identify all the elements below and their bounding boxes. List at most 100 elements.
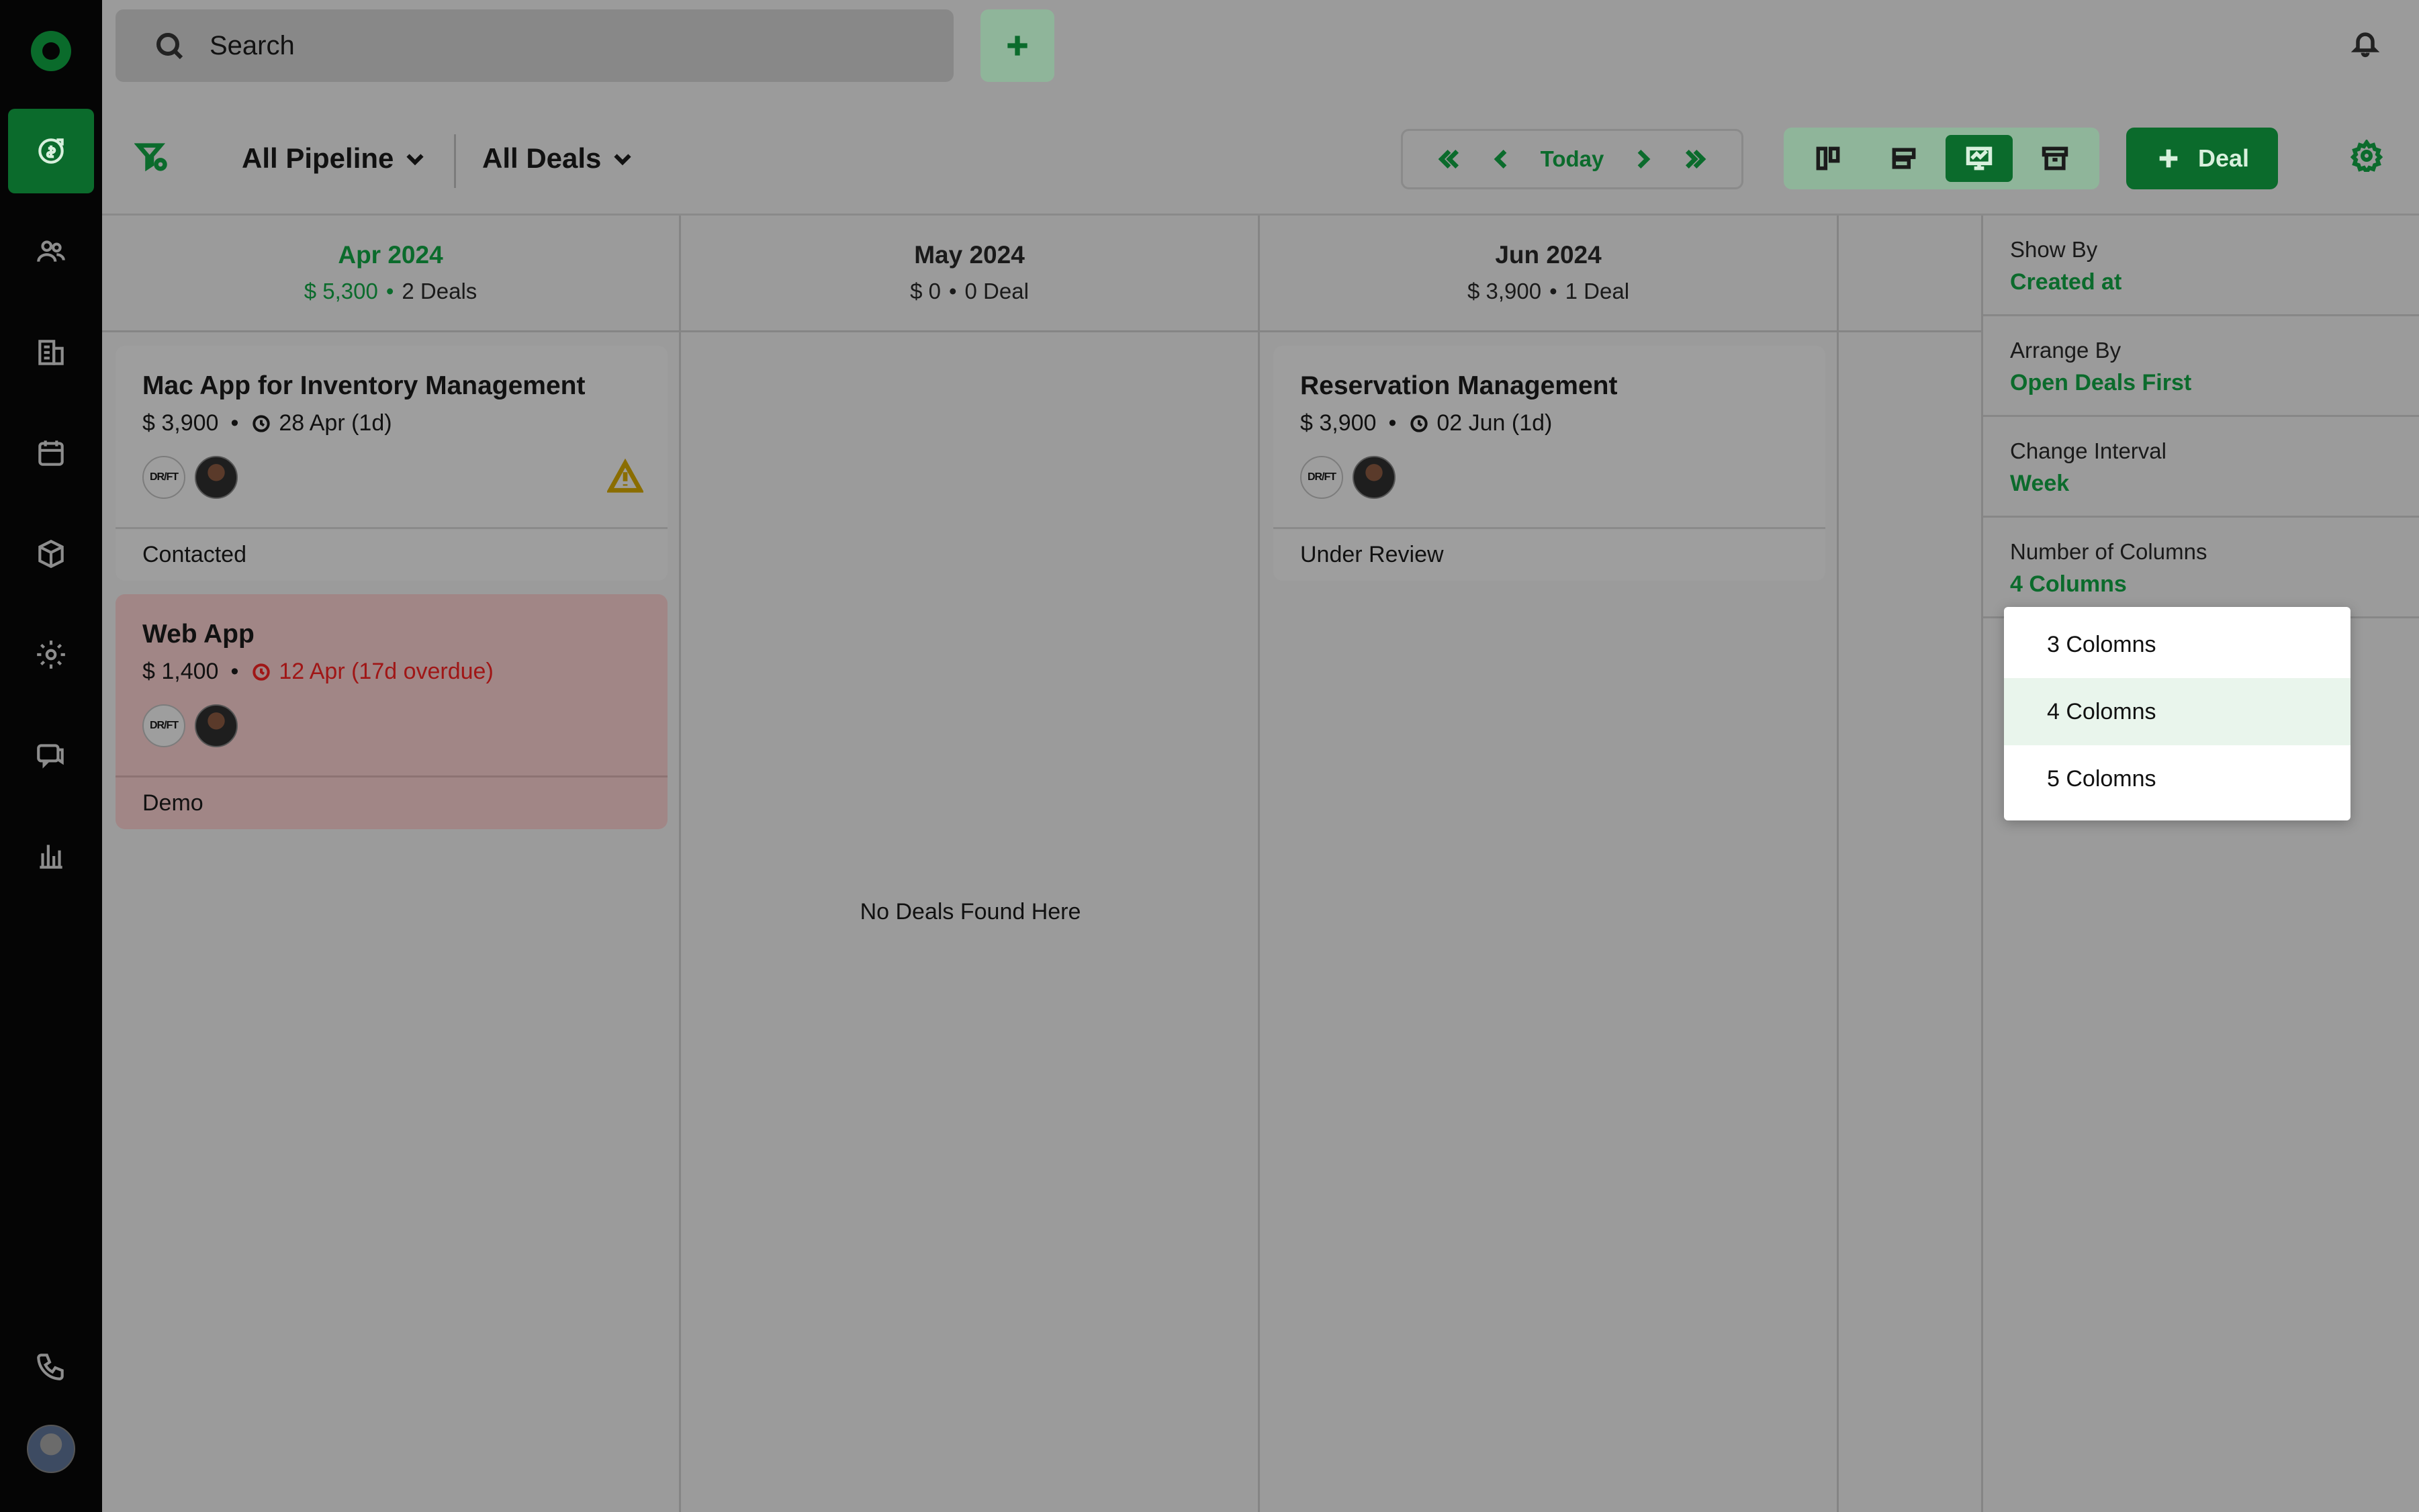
- owner-avatar[interactable]: [1353, 456, 1396, 499]
- deal-card[interactable]: Reservation Management $ 3,900 • 02 Jun …: [1273, 346, 1825, 581]
- list-view-button[interactable]: [1870, 135, 1937, 182]
- archive-view-button[interactable]: [2021, 135, 2089, 182]
- deals-filter-label: All Deals: [482, 142, 602, 174]
- timeline-view-button[interactable]: [1946, 135, 2013, 182]
- deal-avatars: DR/FT: [142, 704, 247, 747]
- company-logo-avatar[interactable]: DR/FT: [142, 704, 185, 747]
- menu-option-5-columns[interactable]: 5 Colomns: [2004, 745, 2350, 812]
- column-summary: $ 3,900 • 1 Deal: [1467, 279, 1630, 303]
- chevron-right-icon[interactable]: [1629, 146, 1656, 173]
- phone-icon[interactable]: [8, 1324, 94, 1409]
- change-interval-label: Change Interval: [2010, 438, 2166, 463]
- products-icon[interactable]: [8, 512, 94, 596]
- deal-avatars: DR/FT: [1300, 456, 1405, 499]
- warning-icon[interactable]: [606, 458, 645, 495]
- calendar-icon[interactable]: [8, 411, 94, 495]
- add-deal-button[interactable]: Deal: [2126, 128, 2278, 189]
- add-deal-label: Deal: [2197, 144, 2250, 172]
- deal-card[interactable]: Mac App for Inventory Management $ 3,900…: [116, 346, 668, 581]
- settings-icon[interactable]: [8, 612, 94, 697]
- clock-icon: [253, 663, 271, 681]
- number-of-columns-setting[interactable]: Number of Columns 4 Columns: [1983, 518, 2419, 618]
- company-logo-avatar[interactable]: DR/FT: [1300, 456, 1343, 499]
- arrange-by-setting[interactable]: Arrange By Open Deals First: [1983, 316, 2419, 417]
- quick-add-button[interactable]: [980, 9, 1054, 82]
- board-column-may: May 2024 $ 0 • 0 Deal No Deals Found Here: [681, 216, 1260, 1512]
- clock-icon: [253, 414, 271, 432]
- date-navigation: Today: [1401, 129, 1743, 189]
- companies-icon[interactable]: [8, 310, 94, 395]
- deal-amount: $ 1,400: [142, 659, 219, 684]
- kanban-view-button[interactable]: [1794, 135, 1862, 182]
- column-summary: $ 0 • 0 Deal: [910, 279, 1029, 303]
- rows-icon: [1892, 148, 1916, 169]
- arrange-by-value[interactable]: Open Deals First: [2010, 370, 2419, 396]
- chevron-down-icon: [614, 154, 632, 166]
- columns-dropdown-menu: 3 Colomns 4 Colomns 5 Colomns: [2004, 607, 2350, 820]
- column-amount: $ 0: [910, 279, 941, 303]
- number-of-columns-value[interactable]: 4 Columns: [2010, 571, 2419, 598]
- deal-stage: Demo: [116, 775, 668, 829]
- menu-option-3-columns[interactable]: 3 Colomns: [2004, 611, 2350, 678]
- kanban-icon: [1816, 146, 1840, 171]
- deal-due-date-overdue: 12 Apr (17d overdue): [279, 659, 494, 684]
- reports-icon[interactable]: [8, 814, 94, 898]
- deal-stage: Under Review: [1273, 527, 1825, 581]
- notifications-button[interactable]: [2350, 28, 2385, 63]
- show-by-setting[interactable]: Show By Created at: [1983, 216, 2419, 316]
- board-settings-panel: Show By Created at Arrange By Open Deals…: [1981, 216, 2419, 1512]
- board-settings-button[interactable]: [2350, 138, 2385, 176]
- filter-button[interactable]: [134, 140, 172, 177]
- owner-avatar[interactable]: [195, 456, 238, 499]
- presentation-chart-icon: [1966, 146, 1993, 171]
- column-count: 1 Deal: [1565, 279, 1630, 303]
- search-placeholder: Search: [210, 30, 295, 60]
- deal-meta: $ 3,900 • 28 Apr (1d): [142, 410, 392, 436]
- chevron-down-icon: [406, 154, 424, 166]
- change-interval-value[interactable]: Week: [2010, 471, 2419, 497]
- deal-avatars: DR/FT: [142, 456, 247, 499]
- owner-avatar[interactable]: [195, 704, 238, 747]
- plus-icon: [2159, 149, 2178, 168]
- chat-icon[interactable]: [8, 713, 94, 798]
- column-header: Apr 2024 $ 5,300 • 2 Deals: [102, 216, 679, 332]
- today-button[interactable]: Today: [1541, 146, 1604, 172]
- deal-due-date: 02 Jun (1d): [1436, 410, 1553, 436]
- change-interval-setting[interactable]: Change Interval Week: [1983, 417, 2419, 518]
- column-count: 0 Deal: [964, 279, 1029, 303]
- user-avatar[interactable]: [27, 1425, 75, 1473]
- column-count: 2 Deals: [402, 279, 477, 303]
- deal-meta: $ 3,900 • 02 Jun (1d): [1300, 410, 1553, 436]
- double-chevron-right-icon[interactable]: [1682, 146, 1708, 173]
- board-column-partial: [1839, 216, 1981, 1512]
- deal-amount: $ 3,900: [142, 410, 219, 436]
- column-header: May 2024 $ 0 • 0 Deal: [681, 216, 1258, 332]
- deal-meta: $ 1,400 • 12 Apr (17d overdue): [142, 659, 494, 684]
- contacts-icon[interactable]: [8, 209, 94, 294]
- column-title: Apr 2024: [338, 241, 443, 269]
- column-header: Jun 2024 $ 3,900 • 1 Deal: [1260, 216, 1837, 332]
- sidebar: [0, 0, 102, 1512]
- app-logo[interactable]: [31, 31, 71, 71]
- arrange-by-label: Arrange By: [2010, 338, 2121, 363]
- show-by-value[interactable]: Created at: [2010, 269, 2419, 295]
- company-logo-avatar[interactable]: DR/FT: [142, 456, 185, 499]
- column-amount: $ 5,300: [304, 279, 378, 303]
- deal-title: Web App: [142, 620, 255, 649]
- search-icon: [156, 33, 183, 60]
- column-amount: $ 3,900: [1467, 279, 1542, 303]
- plus-icon: [1007, 36, 1028, 56]
- search-bar[interactable]: Search: [116, 9, 954, 82]
- column-title: May 2024: [914, 241, 1025, 269]
- pipeline-dropdown[interactable]: All Pipeline: [242, 134, 427, 183]
- toolbar-divider: [454, 134, 456, 188]
- deal-card[interactable]: Web App $ 1,400 • 12 Apr (17d overdue) D…: [116, 594, 668, 829]
- archive-icon: [2042, 146, 2068, 171]
- chevron-left-icon[interactable]: [1488, 146, 1515, 173]
- menu-option-4-columns[interactable]: 4 Colomns: [2004, 678, 2350, 745]
- double-chevron-left-icon[interactable]: [1436, 146, 1463, 173]
- deal-stage: Contacted: [116, 527, 668, 581]
- deals-icon[interactable]: [8, 109, 94, 193]
- empty-column-message: No Deals Found Here: [860, 899, 1081, 925]
- deals-filter-dropdown[interactable]: All Deals: [482, 134, 635, 183]
